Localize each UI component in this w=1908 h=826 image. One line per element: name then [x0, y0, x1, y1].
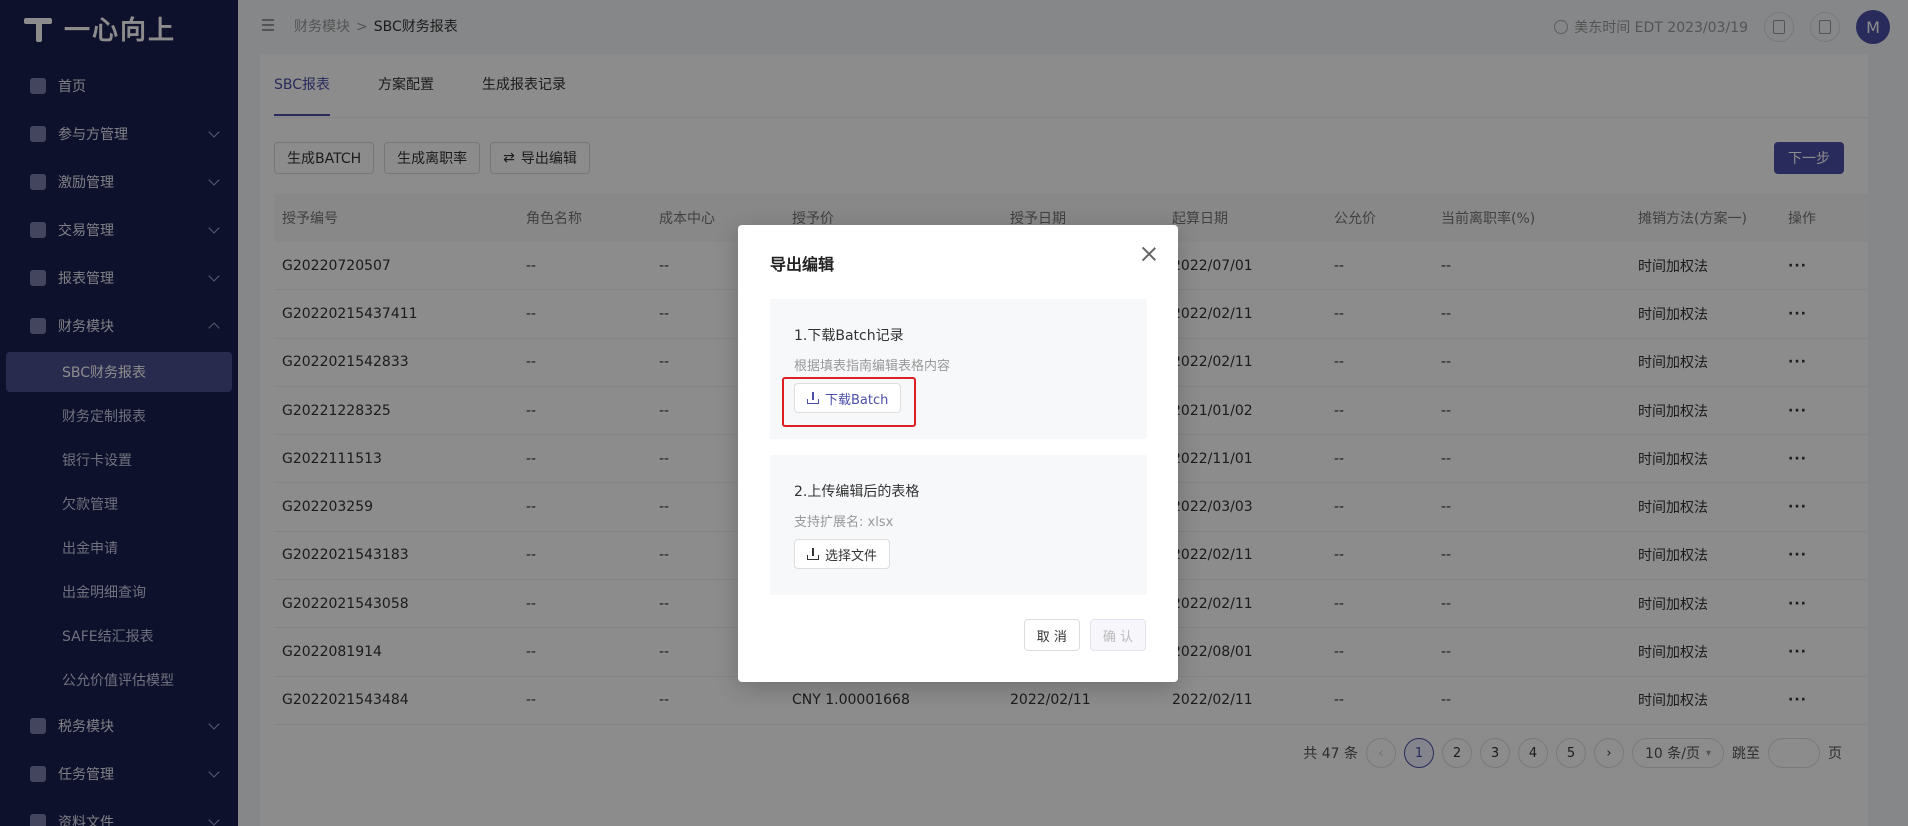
modal-footer: 取 消 确 认: [1023, 619, 1146, 651]
confirm-button[interactable]: 确 认: [1089, 619, 1146, 651]
step2-title: 2.上传编辑后的表格: [794, 484, 920, 500]
step-upload: 2.上传编辑后的表格 支持扩展名: xlsx 选择文件: [770, 455, 1147, 595]
export-edit-modal: 导出编辑 1.下载Batch记录 根据填表指南编辑表格内容 下载Batch 2.…: [738, 225, 1178, 682]
choose-file-button[interactable]: 选择文件: [794, 539, 891, 569]
step2-desc: 支持扩展名: xlsx: [794, 515, 894, 530]
upload-icon: [807, 548, 819, 560]
modal-title: 导出编辑: [770, 255, 835, 274]
cancel-button[interactable]: 取 消: [1023, 619, 1080, 651]
highlight-box: [782, 377, 916, 427]
step1-desc: 根据填表指南编辑表格内容: [794, 359, 951, 374]
step1-title: 1.下载Batch记录: [794, 328, 904, 344]
close-icon[interactable]: [1140, 245, 1158, 263]
